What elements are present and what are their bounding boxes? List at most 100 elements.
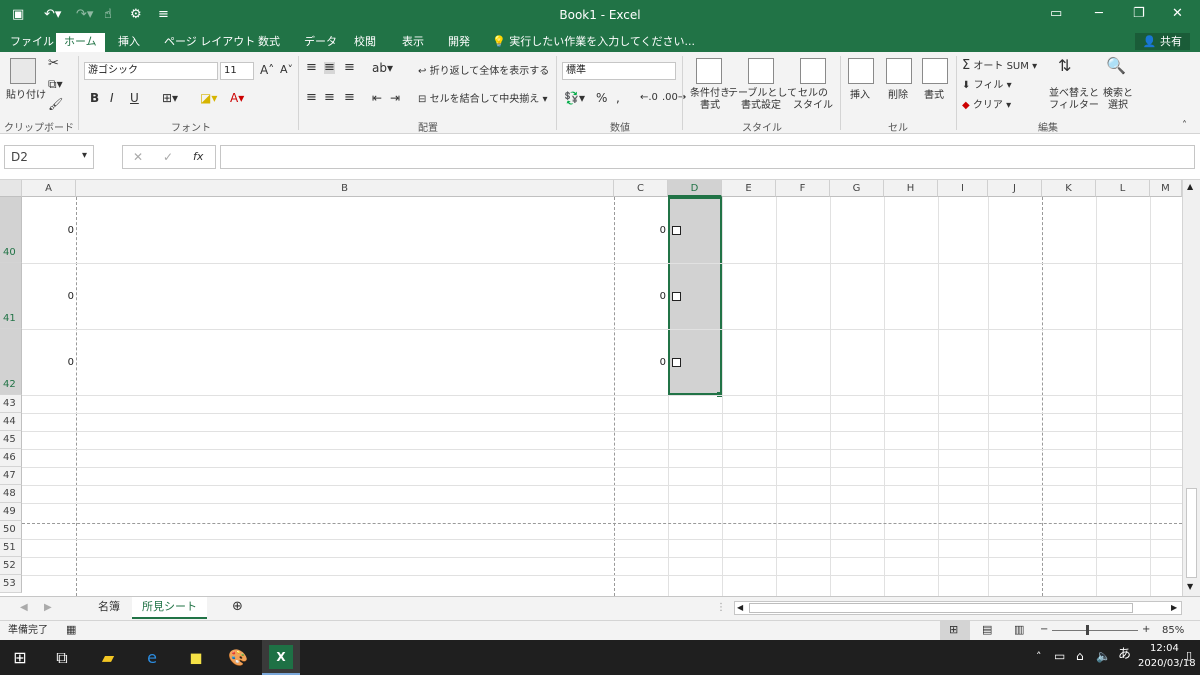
- split-handle-icon[interactable]: ⋮: [716, 602, 726, 614]
- scroll-right-icon[interactable]: ▶: [1171, 603, 1177, 612]
- collapse-ribbon-icon[interactable]: ˄: [1182, 120, 1187, 132]
- cell-a42[interactable]: 0: [50, 357, 74, 368]
- cancel-icon[interactable]: ✕: [133, 151, 143, 163]
- zoom-level[interactable]: 85%: [1162, 625, 1184, 637]
- column-header[interactable]: L: [1096, 180, 1150, 197]
- row-header[interactable]: 45: [0, 431, 22, 449]
- scroll-left-icon[interactable]: ◀: [737, 603, 743, 612]
- column-header[interactable]: H: [884, 180, 938, 197]
- insert-cells-icon[interactable]: [848, 58, 874, 84]
- font-name-select[interactable]: 游ゴシック: [84, 62, 218, 80]
- row-header[interactable]: 41: [0, 263, 22, 329]
- font-color-icon[interactable]: A▾: [230, 92, 244, 104]
- increase-decimal-icon[interactable]: ←.0: [640, 92, 658, 104]
- underline-button[interactable]: U: [130, 92, 139, 104]
- row-header[interactable]: 49: [0, 503, 22, 521]
- scroll-thumb[interactable]: [1186, 488, 1197, 578]
- volume-icon[interactable]: 🔈: [1096, 650, 1111, 662]
- bold-button[interactable]: B: [90, 92, 99, 104]
- insert-function-icon[interactable]: fx: [193, 151, 203, 163]
- row-header[interactable]: 48: [0, 485, 22, 503]
- normal-view-button[interactable]: ⊞: [940, 621, 970, 640]
- share-button[interactable]: 👤 共有: [1134, 33, 1190, 50]
- paste-icon[interactable]: [10, 58, 36, 84]
- column-header[interactable]: B: [76, 180, 614, 197]
- close-button[interactable]: ✕: [1172, 6, 1183, 21]
- next-sheet-icon[interactable]: ▶: [44, 602, 52, 614]
- align-middle-icon[interactable]: ≡: [324, 61, 335, 74]
- add-sheet-icon[interactable]: ⊕: [232, 600, 243, 613]
- align-top-icon[interactable]: ≡: [306, 61, 317, 74]
- row-header[interactable]: 46: [0, 449, 22, 467]
- cell-a40[interactable]: 0: [50, 225, 74, 236]
- cell-styles-button[interactable]: セルの スタイル: [790, 88, 836, 112]
- network-icon[interactable]: ⌂: [1076, 650, 1084, 662]
- macro-record-icon[interactable]: ▦: [66, 624, 76, 636]
- sheet-tab[interactable]: 名簿: [88, 597, 130, 619]
- tab-formulas[interactable]: 数式: [250, 33, 288, 52]
- align-right-icon[interactable]: ≡: [344, 91, 355, 104]
- format-as-table-button[interactable]: テーブルとして 書式設定: [728, 88, 797, 112]
- row-header[interactable]: 44: [0, 413, 22, 431]
- column-header[interactable]: K: [1042, 180, 1096, 197]
- column-header[interactable]: E: [722, 180, 776, 197]
- font-grow-icon[interactable]: A˄: [260, 64, 274, 76]
- cell-a41[interactable]: 0: [50, 291, 74, 302]
- checkbox[interactable]: [672, 358, 681, 367]
- currency-icon[interactable]: 💱▾: [564, 92, 585, 104]
- column-header[interactable]: J: [988, 180, 1042, 197]
- tell-me-box[interactable]: 💡 実行したい作業を入力してください...: [492, 33, 695, 50]
- tab-file[interactable]: ファイル: [2, 33, 62, 52]
- insert-cells-button[interactable]: 挿入: [850, 90, 870, 102]
- formula-input[interactable]: [220, 145, 1195, 169]
- sticky-notes-icon[interactable]: ◼: [184, 646, 208, 670]
- name-box-dropdown-icon[interactable]: ▾: [82, 150, 87, 162]
- column-header[interactable]: I: [938, 180, 988, 197]
- sort-filter-button[interactable]: 並べ替えと フィルター: [1046, 88, 1102, 112]
- tab-view[interactable]: 表示: [394, 33, 432, 52]
- scroll-down-icon[interactable]: ▼: [1187, 582, 1193, 591]
- italic-button[interactable]: I: [110, 92, 114, 104]
- ribbon-display-icon[interactable]: ▭: [1050, 6, 1062, 21]
- align-center-icon[interactable]: ≡: [324, 91, 335, 104]
- vertical-scrollbar[interactable]: ▲ ▼: [1182, 180, 1200, 596]
- column-header[interactable]: C: [614, 180, 668, 197]
- horizontal-scrollbar[interactable]: ◀ ▶: [734, 601, 1182, 615]
- h-scroll-thumb[interactable]: [749, 603, 1133, 613]
- name-box[interactable]: D2: [4, 145, 94, 169]
- copy-icon[interactable]: ⧉▾: [48, 78, 63, 90]
- conditional-format-button[interactable]: 条件付き 書式: [686, 88, 734, 112]
- border-icon[interactable]: ⊞▾: [162, 92, 178, 104]
- cell-c42[interactable]: 0: [640, 357, 666, 368]
- font-size-select[interactable]: 11: [220, 62, 254, 80]
- format-as-table-icon[interactable]: [748, 58, 774, 84]
- file-explorer-icon[interactable]: ▰: [96, 646, 120, 670]
- decrease-indent-icon[interactable]: ⇤: [372, 92, 382, 104]
- format-cells-button[interactable]: 書式: [924, 90, 944, 102]
- delete-cells-button[interactable]: 削除: [888, 90, 908, 102]
- checkbox[interactable]: [672, 292, 681, 301]
- clear-button[interactable]: ◆ クリア ▾: [962, 100, 1011, 112]
- column-header[interactable]: G: [830, 180, 884, 197]
- tab-insert[interactable]: 挿入: [110, 33, 148, 52]
- align-left-icon[interactable]: ≡: [306, 91, 317, 104]
- find-select-icon[interactable]: 🔍: [1106, 58, 1126, 74]
- task-view-icon[interactable]: ⧉: [50, 646, 74, 670]
- cell-styles-icon[interactable]: [800, 58, 826, 84]
- worksheet-grid[interactable]: A B C D E F G H I J K L M 40 41 42 0 0 0…: [0, 180, 1200, 596]
- cell-c40[interactable]: 0: [640, 225, 666, 236]
- cut-icon[interactable]: ✂: [48, 57, 59, 70]
- column-header[interactable]: F: [776, 180, 830, 197]
- fill-button[interactable]: ⬇ フィル ▾: [962, 80, 1012, 92]
- wrap-text-button[interactable]: ↩ 折り返して全体を表示する: [418, 66, 549, 78]
- zoom-slider[interactable]: [1052, 630, 1138, 631]
- battery-icon[interactable]: ▭: [1054, 650, 1065, 662]
- orientation-icon[interactable]: ab▾: [372, 62, 393, 74]
- column-header-selected[interactable]: D: [668, 180, 722, 197]
- select-all-corner[interactable]: [0, 180, 22, 197]
- number-format-select[interactable]: 標準: [562, 62, 676, 80]
- sheet-tab-active[interactable]: 所見シート: [132, 597, 207, 619]
- prev-sheet-icon[interactable]: ◀: [20, 602, 28, 614]
- merge-center-button[interactable]: ⊟ セルを結合して中央揃え ▾: [418, 94, 547, 106]
- font-shrink-icon[interactable]: A˅: [280, 64, 293, 76]
